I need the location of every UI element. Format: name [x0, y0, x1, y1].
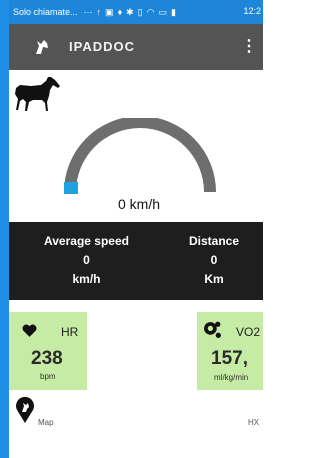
status-bar: Solo chiamate... ⋯ ↑ ▣ ♦ ✱ ▯ ◠ ▭ ▮ 12:2 — [9, 0, 263, 24]
left-edge-strip — [0, 0, 9, 458]
distance-label: Distance — [188, 234, 240, 248]
status-icons: ⋯ ↑ ▣ ♦ ✱ ▯ ◠ ▭ ▮ — [84, 7, 176, 18]
distance-stat: Distance 0 Km — [174, 232, 254, 289]
stats-panel: Average speed 0 km/h Distance 0 Km — [9, 222, 263, 300]
horse-head-logo-icon — [36, 40, 48, 54]
average-speed-value: 0 — [83, 253, 90, 267]
clock: 12:2 — [243, 6, 261, 16]
upload-icon: ↑ — [96, 7, 102, 17]
map-pin-icon[interactable] — [14, 396, 36, 424]
heart-rate-card[interactable]: HR 238 bpm — [9, 312, 87, 390]
distance-unit: Km — [204, 272, 224, 286]
cast-icon: ▭ — [158, 6, 168, 17]
vo2-card[interactable]: VO2 157, ml/kg/min — [197, 312, 263, 390]
map-label[interactable]: Map — [38, 418, 54, 427]
average-speed-stat: Average speed 0 km/h — [29, 232, 144, 289]
battery-icon: ▮ — [171, 6, 176, 17]
carrier-label: Solo chiamate... — [13, 7, 78, 17]
heart-rate-value: 238 — [31, 348, 63, 369]
app-title: IPADDOC — [69, 39, 135, 54]
oxygen-icon — [204, 321, 221, 338]
horse-icon[interactable] — [13, 74, 61, 114]
gauge-marker — [64, 182, 78, 194]
app-toolbar: IPADDOC ⋮ — [9, 24, 263, 70]
heart-rate-unit: bpm — [40, 372, 56, 381]
speed-gauge — [64, 118, 216, 194]
app-screen: Solo chiamate... ⋯ ↑ ▣ ♦ ✱ ▯ ◠ ▭ ▮ 12:2 … — [0, 0, 263, 458]
gauge-track — [64, 118, 216, 193]
average-speed-label: Average speed — [44, 234, 129, 248]
current-speed: 0 km/h — [118, 196, 161, 212]
wifi-icon: ◠ — [146, 6, 155, 17]
heart-rate-name: HR — [61, 325, 79, 339]
more-vert-icon[interactable]: ⋮ — [241, 36, 257, 56]
hx-label[interactable]: HX — [248, 418, 259, 427]
heart-icon — [22, 324, 37, 337]
bluetooth-icon: ✱ — [126, 6, 134, 17]
vo2-name: VO2 — [236, 325, 261, 339]
more-icon: ⋯ — [83, 6, 93, 17]
average-speed-unit: km/h — [72, 272, 101, 286]
vo2-value: 157, — [211, 348, 248, 369]
location-icon: ♦ — [117, 7, 123, 17]
image-icon: ▣ — [105, 6, 114, 17]
distance-value: 0 — [210, 253, 218, 267]
vibrate-icon: ▯ — [137, 6, 143, 17]
vo2-unit: ml/kg/min — [214, 373, 249, 382]
